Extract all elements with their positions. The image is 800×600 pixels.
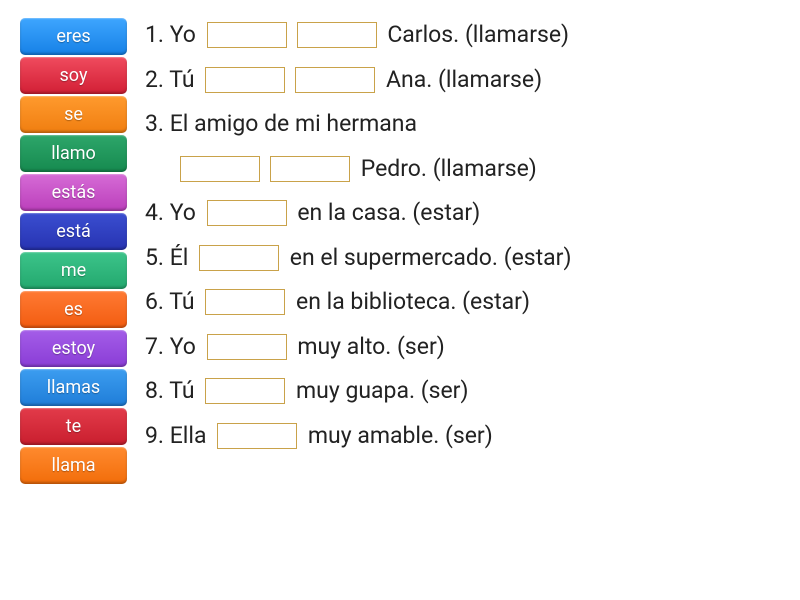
word-tile-eres[interactable]: eres xyxy=(20,18,127,55)
word-tile-estoy[interactable]: estoy xyxy=(20,330,127,367)
sentence-text: Pedro. (llamarse) xyxy=(355,152,537,187)
sentence-text: 8. Tú xyxy=(145,374,200,409)
sentence-text: 1. Yo xyxy=(145,18,202,53)
sentence-text: en la biblioteca. (estar) xyxy=(290,285,530,320)
sentence-text: 7. Yo xyxy=(145,330,202,365)
word-tile-soy[interactable]: soy xyxy=(20,57,127,94)
blank-drop[interactable] xyxy=(205,289,285,315)
word-tile-llamas[interactable]: llamas xyxy=(20,369,127,406)
blank-drop[interactable] xyxy=(207,200,287,226)
sentence-text: muy alto. (ser) xyxy=(292,330,445,365)
blank-drop[interactable] xyxy=(205,67,285,93)
sentence-6: 6. Tú en la biblioteca. (estar) xyxy=(145,285,571,320)
blank-drop[interactable] xyxy=(217,423,297,449)
sentence-1: 1. Yo Carlos. (llamarse) xyxy=(145,18,571,53)
blank-drop[interactable] xyxy=(205,378,285,404)
sentence-9: 9. Ella muy amable. (ser) xyxy=(145,419,571,454)
sentence-text: muy amable. (ser) xyxy=(302,419,493,454)
sentence-4: 4. Yo en la casa. (estar) xyxy=(145,196,571,231)
sentence-text: Carlos. (llamarse) xyxy=(382,18,569,53)
sentence-7: 7. Yo muy alto. (ser) xyxy=(145,330,571,365)
word-tile-se[interactable]: se xyxy=(20,96,127,133)
sentence-text: 9. Ella xyxy=(145,419,212,454)
blank-drop[interactable] xyxy=(270,156,350,182)
sentence-text: 4. Yo xyxy=(145,196,202,231)
word-tile-te[interactable]: te xyxy=(20,408,127,445)
blank-drop[interactable] xyxy=(207,334,287,360)
sentence-5: 5. Él en el supermercado. (estar) xyxy=(145,241,571,276)
word-tile-es[interactable]: es xyxy=(20,291,127,328)
blank-drop[interactable] xyxy=(295,67,375,93)
word-tile-llamo[interactable]: llamo xyxy=(20,135,127,172)
sentence-text: muy guapa. (ser) xyxy=(290,374,468,409)
sentence-text: en la casa. (estar) xyxy=(292,196,481,231)
sentence-8: 8. Tú muy guapa. (ser) xyxy=(145,374,571,409)
word-tile-estás[interactable]: estás xyxy=(20,174,127,211)
sentence-text: 2. Tú xyxy=(145,63,200,98)
sentence-3: 3. El amigo de mi hermana xyxy=(145,107,571,142)
sentence-2: 2. Tú Ana. (llamarse) xyxy=(145,63,571,98)
blank-drop[interactable] xyxy=(199,245,279,271)
blank-drop[interactable] xyxy=(207,22,287,48)
sentence-text: Ana. (llamarse) xyxy=(380,63,542,98)
exercise-content: 1. Yo Carlos. (llamarse) 2. Tú Ana. (lla… xyxy=(145,18,571,582)
sentence-text: 6. Tú xyxy=(145,285,200,320)
blank-drop[interactable] xyxy=(297,22,377,48)
sentence-text: 3. El amigo de mi hermana xyxy=(145,107,417,142)
word-tile-está[interactable]: está xyxy=(20,213,127,250)
sentence-text: 5. Él xyxy=(145,241,194,276)
sentence-text: en el supermercado. (estar) xyxy=(284,241,571,276)
blank-drop[interactable] xyxy=(180,156,260,182)
word-tile-llama[interactable]: llama xyxy=(20,447,127,484)
word-bank: eressoysellamoestásestámeesestoyllamaste… xyxy=(20,18,127,582)
sentence-3-cont: Pedro. (llamarse) xyxy=(175,152,571,187)
word-tile-me[interactable]: me xyxy=(20,252,127,289)
